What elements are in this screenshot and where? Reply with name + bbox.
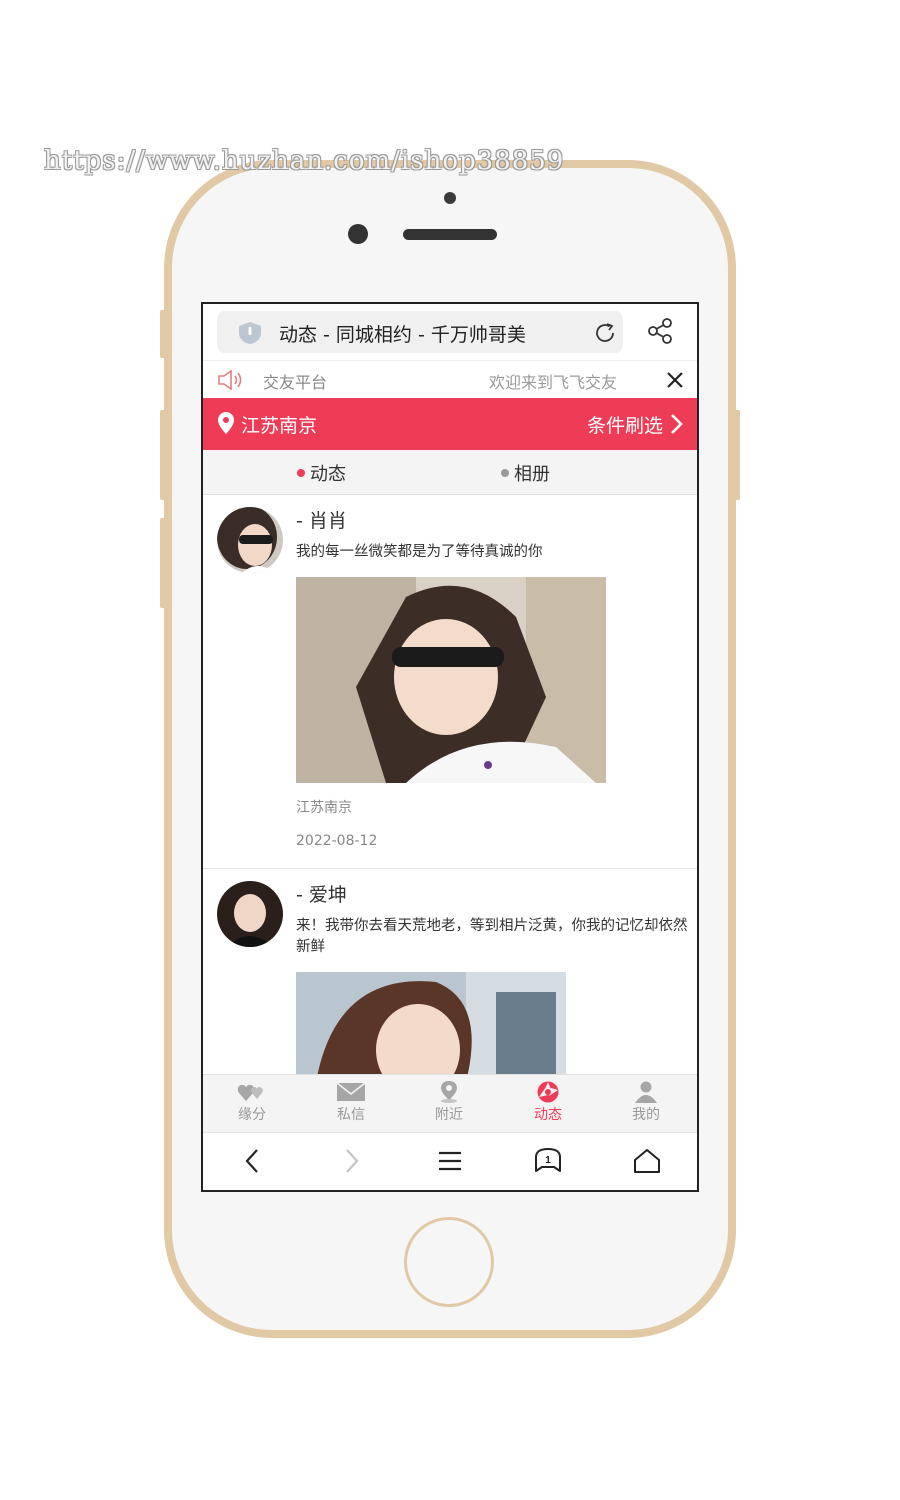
location-bar: 江苏南京 条件刷选 [203,398,697,450]
tabbar-label: 动态 [534,1107,562,1123]
post-divider [203,868,697,869]
camera [348,224,368,244]
tabbar-label: 缘分 [238,1107,266,1123]
tabbar-item-dynamics[interactable]: 动态 [518,1081,578,1124]
browser-nav-bar: 1 [203,1132,697,1190]
tab-active-dot [297,469,305,477]
post-photo[interactable] [296,577,606,783]
notice-marquee: 欢迎来到飞飞交友 [489,373,618,392]
post-author[interactable]: - 肖肖 [296,506,347,533]
location-pin-icon [441,1081,457,1103]
avatar[interactable] [217,881,283,947]
tab-label: 动态 [310,464,346,485]
post-location: 江苏南京 [296,800,352,816]
back-icon[interactable] [241,1147,265,1179]
notice-bar: 交友平台 欢迎来到飞飞交友 [203,360,697,399]
watermark-url: https://www.huzhan.com/ishop38859 [44,146,565,176]
post-text: 我的每一丝微笑都是为了等待真诚的你 [296,544,543,560]
speaker-icon [217,369,247,395]
close-icon[interactable] [665,370,685,394]
current-location[interactable]: 江苏南京 [241,411,317,438]
tabbar-item-nearby[interactable]: 附近 [419,1081,479,1124]
location-pin-icon [217,411,235,439]
reload-icon[interactable] [593,321,617,349]
post-text: 来！我带你去看天荒地老，等到相片泛黄，你我的记忆却依然新鲜 [296,918,688,955]
hearts-icon [237,1084,263,1101]
filter-button[interactable]: 条件刷选 [587,411,663,438]
aperture-icon [537,1081,559,1103]
front-camera [444,192,456,204]
tabbar-label: 我的 [632,1107,660,1123]
post-date: 2022-08-12 [296,833,378,849]
envelope-icon [336,1082,366,1101]
tab-label: 相册 [514,464,550,485]
forward-icon[interactable] [339,1147,363,1179]
address-pill[interactable]: 动态 - 同城相约 - 千万帅哥美 [217,311,623,353]
browser-address-bar: 动态 - 同城相约 - 千万帅哥美 [203,304,697,360]
avatar[interactable] [217,507,283,573]
content-tabs: 动态 相册 [203,450,697,495]
post-photo[interactable] [296,972,566,1074]
shield-icon [237,321,263,349]
post-author[interactable]: - 爱坤 [296,880,347,907]
tabs-icon[interactable]: 1 [533,1147,563,1179]
home-button[interactable] [404,1217,494,1307]
post-feed[interactable]: - 肖肖 我的每一丝微笑都是为了等待真诚的你 江苏南京 2022-08-12 -… [203,495,697,1074]
tabbar-label: 附近 [435,1107,463,1123]
phone-screen: 动态 - 同城相约 - 千万帅哥美 交友平台 欢迎来到飞飞交友 江苏南京 条件刷… [201,302,699,1192]
tabbar-label: 私信 [337,1107,365,1123]
home-icon[interactable] [632,1147,662,1179]
tabbar-item-messages[interactable]: 私信 [321,1081,381,1124]
earpiece-speaker [403,229,497,240]
tab-count: 1 [545,1155,551,1166]
tabbar-item-profile[interactable]: 我的 [616,1081,676,1124]
share-icon[interactable] [647,318,673,348]
tab-album[interactable]: 相册 [501,460,550,486]
page-title: 动态 - 同城相约 - 千万帅哥美 [279,324,526,346]
menu-icon[interactable] [437,1147,463,1179]
chevron-right-icon[interactable] [669,413,683,439]
person-icon [635,1081,657,1103]
tab-dot [501,469,509,477]
notice-label: 交友平台 [263,373,328,392]
tab-dynamics[interactable]: 动态 [297,460,346,486]
tabbar-item-match[interactable]: 缘分 [222,1081,282,1124]
app-tab-bar: 缘分 私信 附近 动态 我的 [203,1074,697,1133]
